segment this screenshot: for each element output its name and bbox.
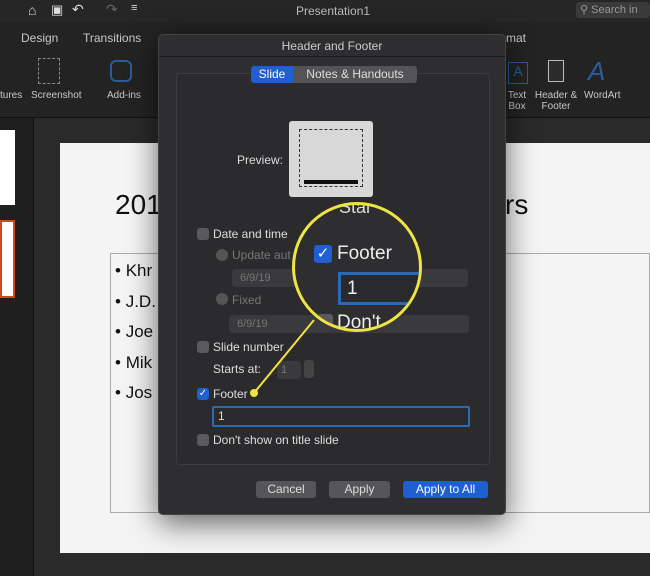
magnified-footer-input: 1 [338, 272, 419, 305]
magnified-footer-label: Footer [337, 243, 392, 264]
magnified-checkbox-icon: ✓ [314, 245, 332, 263]
magnified-checkbox-empty [317, 314, 333, 329]
magnifier-callout: Star ✓ Footer 1 Don't [292, 202, 422, 332]
magnified-dont-text: Don't [337, 312, 381, 332]
magnified-text: Star [339, 202, 373, 217]
